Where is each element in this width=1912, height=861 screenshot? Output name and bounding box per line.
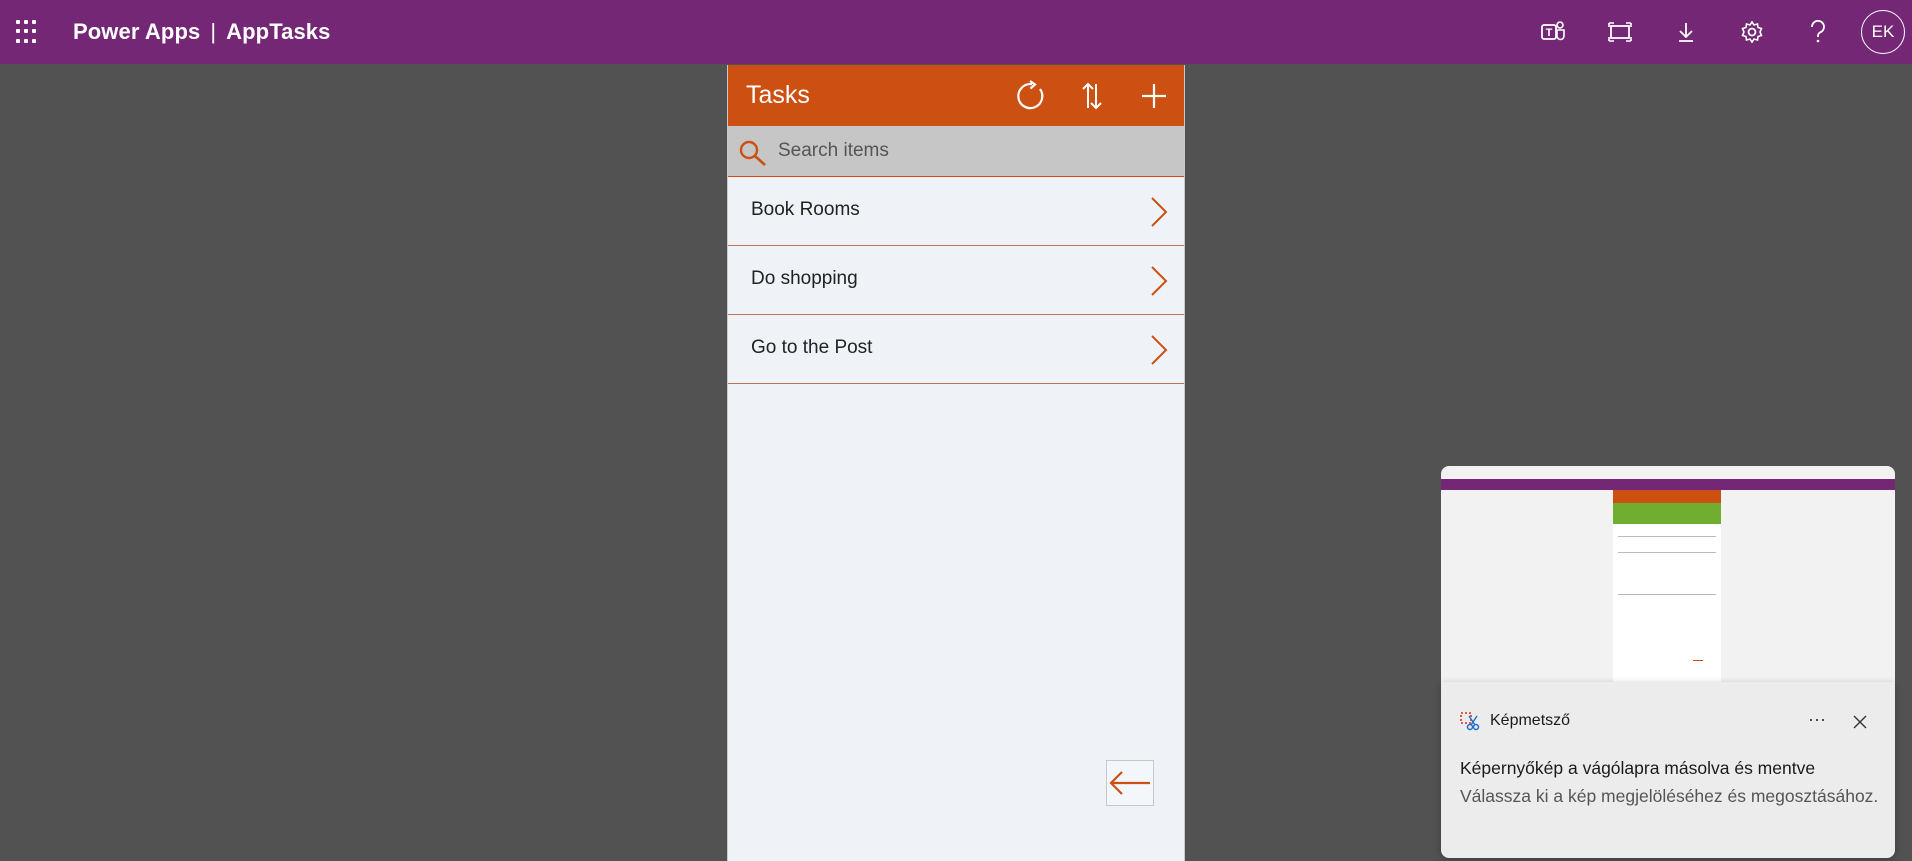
screen-title: Tasks [746, 81, 810, 109]
snip-notification[interactable]: Képmetsző ··· Képernyőkép a vágólapra má… [1441, 682, 1895, 858]
thumbnail-top-bar [1441, 479, 1895, 490]
download-icon[interactable] [1653, 0, 1719, 64]
more-options-button[interactable]: ··· [1802, 706, 1832, 736]
task-title: Do shopping [751, 268, 858, 289]
chevron-right-icon[interactable] [1150, 196, 1168, 233]
app-title: Power Apps | AppTasks [73, 19, 330, 45]
sort-icon[interactable] [1072, 76, 1112, 116]
top-bar-actions: T EK [1521, 0, 1912, 64]
chevron-right-icon[interactable] [1150, 334, 1168, 371]
app-canvas: Tasks Book Rooms Do shopping Go to the P… [727, 65, 1185, 861]
svg-text:T: T [1546, 27, 1553, 39]
user-avatar[interactable]: EK [1861, 10, 1905, 54]
refresh-icon[interactable] [1010, 76, 1050, 116]
snipping-tool-icon [1460, 712, 1480, 737]
help-icon[interactable] [1785, 0, 1851, 64]
notification-app-name: Képmetsző [1490, 712, 1571, 729]
app-name: AppTasks [226, 19, 331, 44]
snip-thumbnail[interactable] [1441, 466, 1895, 682]
top-bar: Power Apps | AppTasks T EK [0, 0, 1912, 64]
add-icon[interactable] [1134, 76, 1174, 116]
arrow-left-icon [1109, 771, 1150, 795]
close-icon[interactable] [1846, 708, 1874, 736]
settings-icon[interactable] [1719, 0, 1785, 64]
task-title: Go to the Post [751, 337, 873, 358]
app-header: Tasks [728, 65, 1184, 126]
teams-icon[interactable]: T [1521, 0, 1587, 64]
notification-title: Képernyőkép a vágólapra másolva és mentv… [1460, 758, 1816, 778]
search-bar [728, 126, 1184, 177]
task-row[interactable]: Go to the Post [728, 315, 1184, 384]
title-separator: | [210, 19, 217, 44]
product-name: Power Apps [73, 19, 201, 44]
chevron-right-icon[interactable] [1150, 265, 1168, 302]
fit-to-window-icon[interactable] [1587, 0, 1653, 64]
back-arrow-button[interactable] [1106, 760, 1154, 806]
task-row[interactable]: Do shopping [728, 246, 1184, 315]
app-launcher-icon[interactable] [16, 20, 40, 44]
thumbnail-app [1613, 490, 1721, 682]
task-title: Book Rooms [751, 199, 860, 220]
notification-body: Válassza ki a kép megjelöléséhez és mego… [1460, 786, 1879, 806]
search-icon [738, 139, 768, 172]
search-input[interactable] [778, 134, 1168, 168]
task-row[interactable]: Book Rooms [728, 177, 1184, 246]
